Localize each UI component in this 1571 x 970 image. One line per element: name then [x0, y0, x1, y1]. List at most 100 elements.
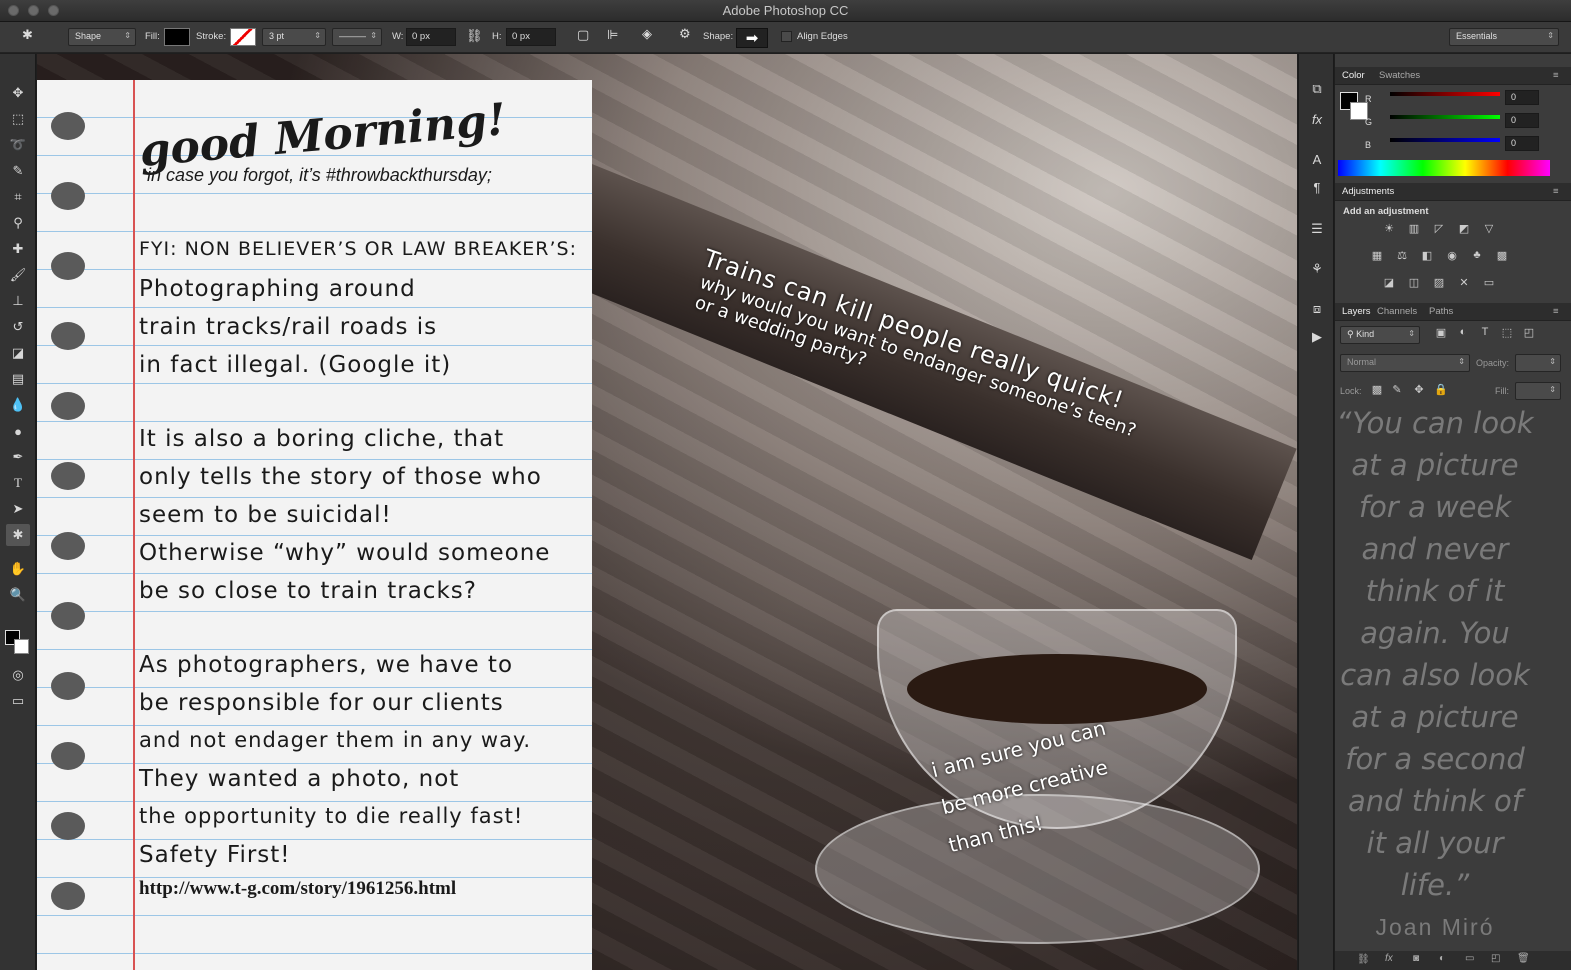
- shape-picker[interactable]: ➡: [736, 28, 768, 48]
- panel-menu-icon[interactable]: ≡: [1553, 306, 1559, 317]
- custom-shape-tool-icon[interactable]: ✱: [6, 524, 30, 546]
- healing-brush-tool-icon[interactable]: ✚: [6, 238, 30, 260]
- r-value-field[interactable]: 0: [1505, 90, 1539, 105]
- gradient-tool-icon[interactable]: ▤: [6, 368, 30, 390]
- link-icon[interactable]: ⛓: [466, 28, 483, 44]
- hue-saturation-icon[interactable]: ▦: [1367, 249, 1387, 267]
- new-layer-icon[interactable]: ◰: [1491, 953, 1500, 964]
- new-group-icon[interactable]: ▭: [1465, 953, 1474, 964]
- tab-adjustments[interactable]: Adjustments: [1342, 186, 1394, 197]
- tool-mode-select[interactable]: Shape: [68, 28, 136, 46]
- align-edges-checkbox[interactable]: [781, 31, 792, 42]
- styles-panel-icon[interactable]: fx: [1306, 108, 1328, 130]
- tab-channels[interactable]: Channels: [1377, 306, 1417, 317]
- brightness-contrast-icon[interactable]: ☀: [1379, 222, 1399, 240]
- quick-selection-tool-icon[interactable]: ✎: [6, 160, 30, 182]
- screen-mode-icon[interactable]: ▭: [6, 690, 30, 712]
- height-field[interactable]: 0 px: [506, 28, 556, 46]
- blend-mode-select[interactable]: Normal: [1340, 354, 1470, 372]
- eyedropper-tool-icon[interactable]: ⚲: [6, 212, 30, 234]
- properties-panel-icon[interactable]: ☰: [1306, 218, 1328, 240]
- dodge-tool-icon[interactable]: ●: [6, 420, 30, 442]
- crop-tool-icon[interactable]: ⌗: [6, 186, 30, 208]
- document-canvas[interactable]: Trains can kill people really quick! why…: [37, 54, 1297, 970]
- zoom-tool-icon[interactable]: 🔍: [6, 584, 30, 606]
- filter-pixel-icon[interactable]: ▣: [1431, 326, 1451, 344]
- pen-tool-icon[interactable]: ✒: [6, 446, 30, 468]
- layer-comps-panel-icon[interactable]: ⧈: [1306, 298, 1328, 320]
- r-slider[interactable]: [1390, 92, 1500, 96]
- filter-adjustment-icon[interactable]: ◐: [1453, 326, 1473, 344]
- trash-icon[interactable]: 🗑: [1517, 953, 1530, 964]
- curves-icon[interactable]: ◸: [1429, 222, 1449, 240]
- type-tool-icon[interactable]: T: [6, 472, 30, 494]
- tab-color[interactable]: Color: [1342, 70, 1365, 81]
- color-balance-icon[interactable]: ⚖: [1392, 249, 1412, 267]
- path-selection-tool-icon[interactable]: ➤: [6, 498, 30, 520]
- eraser-tool-icon[interactable]: ◪: [6, 342, 30, 364]
- g-slider[interactable]: [1390, 115, 1500, 119]
- gradient-map-icon[interactable]: ▭: [1479, 276, 1499, 294]
- color-spectrum-bar[interactable]: [1338, 160, 1550, 176]
- filter-type-icon[interactable]: T: [1475, 326, 1495, 344]
- marquee-tool-icon[interactable]: ⬚: [6, 108, 30, 130]
- quick-mask-icon[interactable]: ◎: [6, 664, 30, 686]
- layer-mask-icon[interactable]: ◙: [1413, 953, 1419, 964]
- threshold-icon[interactable]: ▨: [1429, 276, 1449, 294]
- background-color-swatch[interactable]: [14, 639, 29, 654]
- b-slider[interactable]: [1390, 138, 1500, 142]
- opacity-field[interactable]: [1515, 354, 1561, 372]
- black-white-icon[interactable]: ◧: [1417, 249, 1437, 267]
- tab-paths[interactable]: Paths: [1429, 306, 1453, 317]
- lock-position-icon[interactable]: ✥: [1409, 383, 1429, 401]
- filter-smart-object-icon[interactable]: ◰: [1519, 326, 1539, 344]
- stroke-swatch[interactable]: [230, 28, 256, 46]
- brush-panel-icon[interactable]: ⚘: [1306, 258, 1328, 280]
- tab-swatches[interactable]: Swatches: [1379, 70, 1420, 81]
- workspace-select[interactable]: Essentials: [1449, 28, 1559, 46]
- custom-shape-tool-icon[interactable]: ✱: [22, 27, 33, 43]
- path-arrangement-icon[interactable]: ◈: [642, 26, 652, 42]
- move-tool-icon[interactable]: ✥: [6, 82, 30, 104]
- tab-layers[interactable]: Layers: [1342, 306, 1371, 317]
- panel-menu-icon[interactable]: ≡: [1553, 70, 1559, 81]
- photo-filter-icon[interactable]: ◉: [1442, 249, 1462, 267]
- lasso-tool-icon[interactable]: ➰: [6, 134, 30, 156]
- layer-filter-kind-select[interactable]: ⚲ Kind: [1340, 326, 1420, 344]
- panel-menu-icon[interactable]: ≡: [1553, 186, 1559, 197]
- paragraph-panel-icon[interactable]: ¶: [1306, 176, 1328, 198]
- lock-all-icon[interactable]: 🔒: [1431, 383, 1451, 401]
- g-value-field[interactable]: 0: [1505, 113, 1539, 128]
- path-alignment-icon[interactable]: ⊫: [607, 27, 618, 43]
- levels-icon[interactable]: ▥: [1404, 222, 1424, 240]
- stroke-type-select[interactable]: ———: [332, 28, 382, 46]
- fill-swatch[interactable]: [164, 28, 190, 46]
- gear-icon[interactable]: ⚙: [679, 26, 691, 42]
- actions-panel-icon[interactable]: ▶: [1306, 326, 1328, 348]
- invert-icon[interactable]: ◪: [1379, 276, 1399, 294]
- lock-image-icon[interactable]: ✎: [1387, 383, 1407, 401]
- b-value-field[interactable]: 0: [1505, 136, 1539, 151]
- width-field[interactable]: 0 px: [406, 28, 456, 46]
- lock-transparent-icon[interactable]: ▩: [1367, 383, 1387, 401]
- path-operations-icon[interactable]: ▢: [577, 27, 589, 43]
- adjustment-layer-icon[interactable]: ◐: [1439, 953, 1445, 964]
- exposure-icon[interactable]: ◩: [1454, 222, 1474, 240]
- blur-tool-icon[interactable]: 💧: [6, 394, 30, 416]
- channel-mixer-icon[interactable]: ♣: [1467, 249, 1487, 267]
- stroke-width-field[interactable]: 3 pt: [262, 28, 326, 46]
- selective-color-icon[interactable]: ✕: [1454, 276, 1474, 294]
- clone-stamp-tool-icon[interactable]: ⊥: [6, 290, 30, 312]
- link-layers-icon[interactable]: ⛓: [1357, 954, 1370, 965]
- color-lookup-icon[interactable]: ▩: [1492, 249, 1512, 267]
- brush-tool-icon[interactable]: 🖌: [6, 264, 30, 286]
- history-brush-tool-icon[interactable]: ↺: [6, 316, 30, 338]
- history-panel-icon[interactable]: ⧉: [1306, 78, 1328, 100]
- character-panel-icon[interactable]: A: [1306, 148, 1328, 170]
- layer-fill-field[interactable]: [1515, 382, 1561, 400]
- vibrance-icon[interactable]: ▽: [1479, 222, 1499, 240]
- layer-style-icon[interactable]: fx: [1385, 953, 1393, 964]
- filter-shape-icon[interactable]: ⬚: [1497, 326, 1517, 344]
- hand-tool-icon[interactable]: ✋: [6, 558, 30, 580]
- posterize-icon[interactable]: ◫: [1404, 276, 1424, 294]
